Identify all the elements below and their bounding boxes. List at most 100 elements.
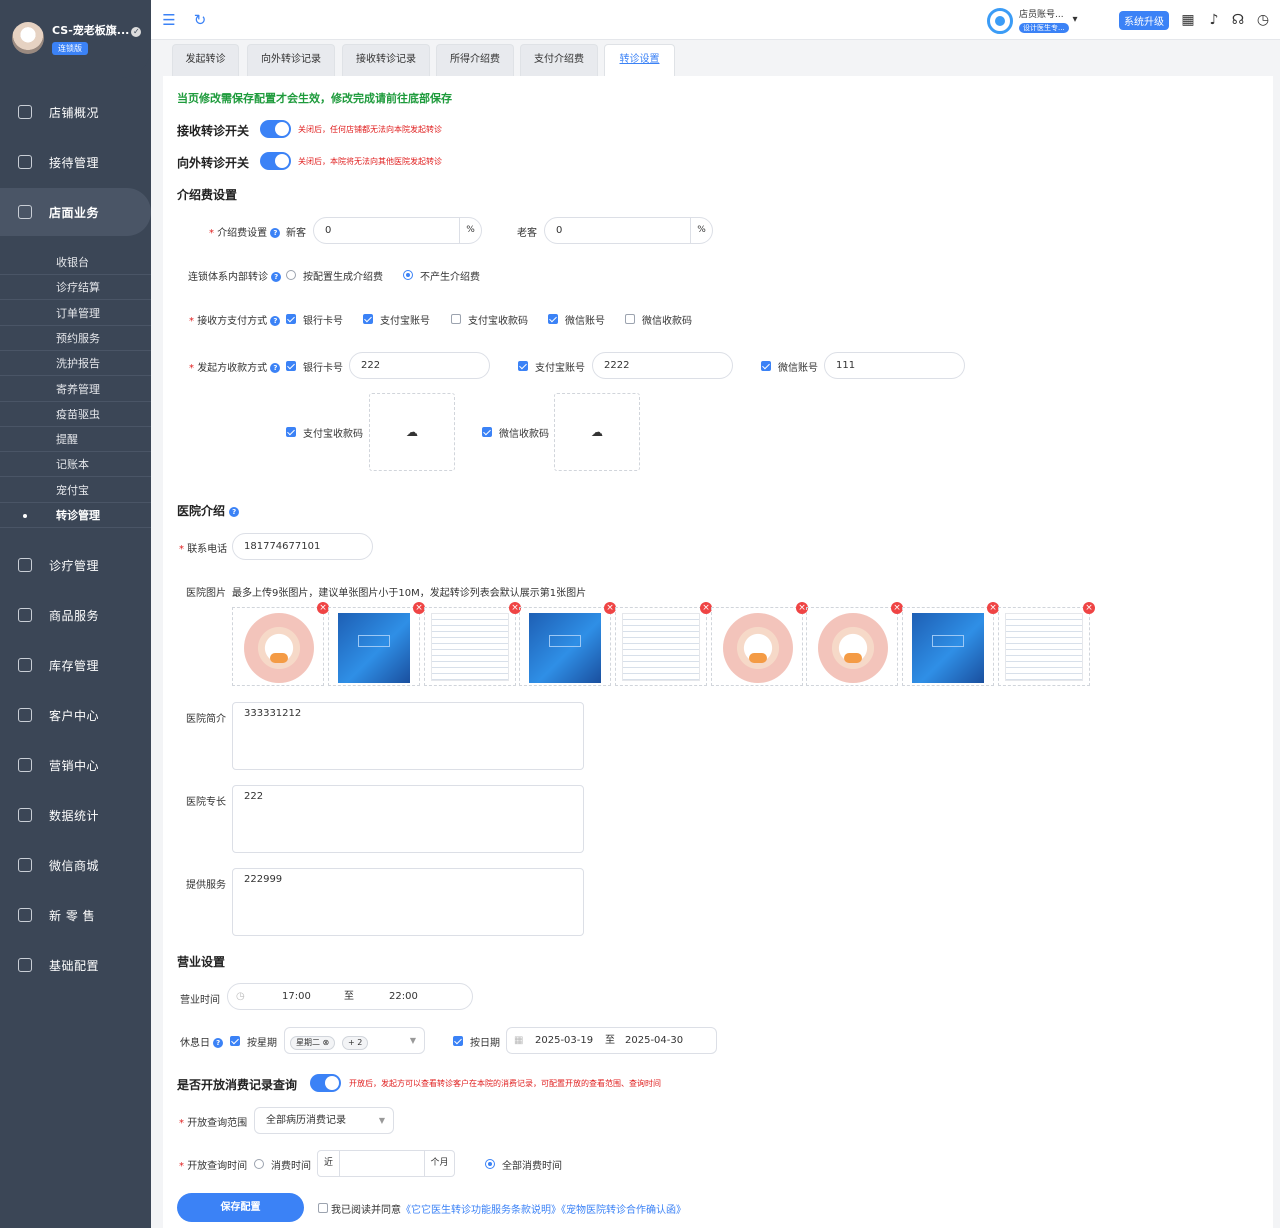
pay-alipay-qr-checkbox[interactable]	[451, 314, 461, 324]
sidebar-item-marketing[interactable]: 营销中心	[0, 741, 151, 789]
sidebar-item-goods[interactable]: 商品服务	[0, 591, 151, 639]
save-button[interactable]: 保存配置	[177, 1193, 304, 1222]
consume-query-switch[interactable]	[310, 1074, 341, 1092]
weekday-tag[interactable]: 星期二 ⊗	[290, 1036, 336, 1050]
pay-alipay-checkbox[interactable]	[363, 314, 373, 324]
clock-icon[interactable]: ◷	[1254, 11, 1272, 29]
account-name[interactable]: 店员账号...	[1019, 7, 1064, 20]
upgrade-button[interactable]: 系统升级	[1119, 11, 1169, 30]
pay-wechat-qr-checkbox[interactable]	[625, 314, 635, 324]
sidebar-item-retail[interactable]: 新 零 售	[0, 891, 151, 939]
submenu-item[interactable]: 洗护报告	[0, 351, 151, 377]
bank-account-input[interactable]: 222	[349, 352, 490, 379]
help-icon[interactable]: ?	[270, 316, 281, 326]
rest-day-label: 休息日	[180, 1038, 210, 1049]
hospital-image[interactable]: ×	[806, 602, 903, 686]
help-icon[interactable]: ?	[270, 228, 281, 238]
wechat-qr-upload[interactable]: ☁	[554, 393, 640, 471]
all-time-radio[interactable]	[485, 1159, 495, 1169]
hospital-image[interactable]: ×	[711, 602, 808, 686]
chain-fee-radio[interactable]	[286, 270, 296, 280]
submenu-item[interactable]: 收银台	[0, 250, 151, 275]
recv-wechat-qr-checkbox[interactable]	[482, 427, 492, 437]
submenu-item[interactable]: 记账本	[0, 452, 151, 478]
agreement-link[interactable]: 《宠物医院转诊合作确认函》	[561, 1205, 686, 1216]
weekday-select[interactable]: 星期二 ⊗ + 2 ▼	[284, 1027, 425, 1054]
hospital-image[interactable]: ×	[232, 602, 329, 686]
sidebar-item-reception[interactable]: 接待管理	[0, 138, 151, 186]
headset-icon[interactable]: ☊	[1229, 11, 1247, 29]
avatar[interactable]	[12, 22, 44, 54]
recv-bank-checkbox[interactable]	[286, 361, 296, 371]
specialty-textarea[interactable]: 222	[232, 785, 584, 853]
sidebar-item-store[interactable]: 店面业务	[0, 188, 151, 236]
sidebar-item-inventory[interactable]: 库存管理	[0, 641, 151, 689]
help-icon[interactable]: ?	[270, 363, 281, 373]
submenu-item[interactable]: 寄养管理	[0, 376, 151, 402]
receive-switch[interactable]	[260, 120, 291, 138]
submenu-item[interactable]: 转诊管理	[0, 503, 151, 528]
submenu-item[interactable]: 宠付宝	[0, 477, 151, 503]
sidebar-item-wechat-mall[interactable]: 微信商城	[0, 841, 151, 889]
refresh-icon[interactable]: ↻	[192, 12, 208, 28]
submenu-item[interactable]: 订单管理	[0, 300, 151, 326]
hospital-image[interactable]: ×	[998, 602, 1095, 686]
menu-toggle-icon[interactable]: ☰	[161, 12, 177, 28]
phone-input[interactable]: 181774677101	[232, 533, 373, 560]
terms-link[interactable]: 《它它医生转诊功能服务条款说明》	[401, 1205, 561, 1216]
outgoing-switch[interactable]	[260, 152, 291, 170]
submenu-item[interactable]: 疫苗驱虫	[0, 401, 151, 427]
help-icon[interactable]: ?	[213, 1038, 224, 1048]
sidebar-item-monitor[interactable]: 店铺概况	[0, 88, 151, 136]
chevron-down-icon[interactable]: ▾	[1066, 11, 1084, 29]
scope-label: 开放查询范围	[187, 1118, 248, 1129]
agree-checkbox[interactable]	[318, 1203, 328, 1213]
tab-referral-settings[interactable]: 转诊设置	[604, 44, 675, 76]
pay-wechat-checkbox[interactable]	[548, 314, 558, 324]
old-customer-fee-input[interactable]: 0%	[544, 217, 713, 244]
help-icon[interactable]: ?	[229, 506, 240, 517]
remove-icon[interactable]: ×	[1083, 602, 1095, 614]
help-icon[interactable]: ?	[271, 272, 282, 282]
by-date-checkbox[interactable]	[453, 1036, 463, 1046]
tab-initiate[interactable]: 发起转诊	[172, 44, 239, 76]
hospital-image[interactable]: ×	[615, 602, 712, 686]
recv-alipay-qr-checkbox[interactable]	[286, 427, 296, 437]
calendar-icon[interactable]: ▦	[1179, 11, 1197, 29]
consume-time-radio[interactable]	[254, 1159, 264, 1169]
service-textarea[interactable]: 222999	[232, 868, 584, 936]
sidebar-item-statistics[interactable]: 数据统计	[0, 791, 151, 839]
sidebar-item-settings[interactable]: 基础配置	[0, 941, 151, 989]
wechat-account-input[interactable]: 111	[824, 352, 965, 379]
recv-alipay-checkbox[interactable]	[518, 361, 528, 371]
months-input[interactable]: 近 个月	[317, 1150, 455, 1177]
submenu-item[interactable]: 诊疗结算	[0, 275, 151, 301]
account-logo-icon[interactable]	[987, 8, 1013, 34]
alipay-qr-upload[interactable]: ☁	[369, 393, 455, 471]
tab-outgoing-records[interactable]: 向外转诊记录	[247, 44, 335, 76]
submenu-item[interactable]: 提醒	[0, 427, 151, 453]
sidebar-item-customer[interactable]: 客户中心	[0, 691, 151, 739]
by-week-checkbox[interactable]	[230, 1036, 240, 1046]
no-fee-radio[interactable]	[403, 270, 413, 280]
account-panel[interactable]: CS-宠老板旗... ✓ 连锁版	[0, 0, 151, 78]
scope-select[interactable]: 全部病历消费记录 ▼	[254, 1107, 394, 1134]
close-icon[interactable]: ⊗	[323, 1038, 330, 1047]
intro-textarea[interactable]: 333331212	[232, 702, 584, 770]
submenu-item[interactable]: 预约服务	[0, 325, 151, 351]
tab-paid-fees[interactable]: 支付介绍费	[520, 44, 598, 76]
hours-range-picker[interactable]: ◷ 17:00 至 22:00	[227, 983, 473, 1010]
date-range-picker[interactable]: ▦ 2025-03-19 至 2025-04-30	[506, 1027, 717, 1054]
hospital-image[interactable]: ×	[519, 602, 616, 686]
recv-wechat-checkbox[interactable]	[761, 361, 771, 371]
sidebar-item-medical[interactable]: 诊疗管理	[0, 541, 151, 589]
hospital-image[interactable]: ×	[424, 602, 521, 686]
new-customer-fee-input[interactable]: 0%	[313, 217, 482, 244]
bell-icon[interactable]: ♪	[1205, 11, 1223, 29]
hospital-image[interactable]: ×	[328, 602, 425, 686]
alipay-account-input[interactable]: 2222	[592, 352, 733, 379]
tab-incoming-records[interactable]: 接收转诊记录	[342, 44, 430, 76]
tab-earned-fees[interactable]: 所得介绍费	[436, 44, 514, 76]
pay-bank-checkbox[interactable]	[286, 314, 296, 324]
hospital-image[interactable]: ×	[902, 602, 999, 686]
